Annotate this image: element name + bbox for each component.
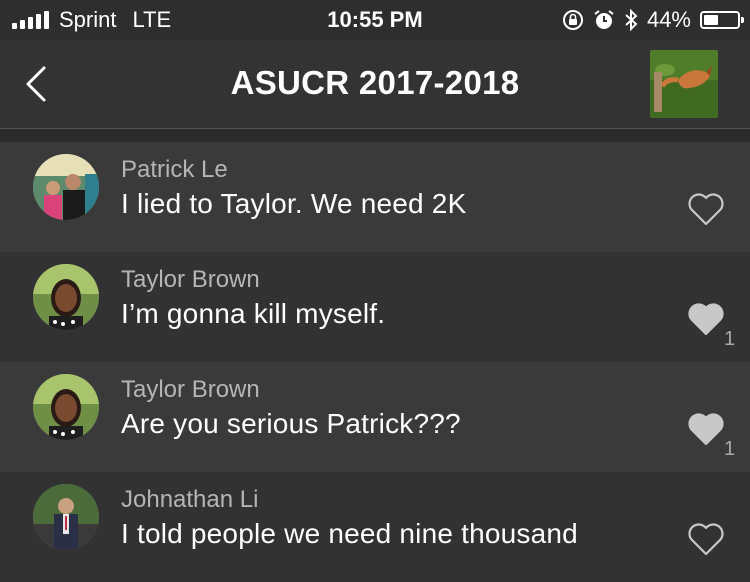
sender-name: Johnathan Li [121,486,259,513]
group-avatar[interactable] [650,50,718,118]
message-row: Taylor Brown I’m gonna kill myself. 1 [0,252,750,362]
avatar[interactable] [33,374,99,440]
message-text: I lied to Taylor. We need 2K [121,188,467,219]
battery-percent: 44% [646,7,691,32]
nav-bar: ASUCR 2017-2018 [0,40,750,129]
like-count: 1 [724,438,736,460]
heart-filled-icon [688,413,724,446]
bluetooth-icon [625,9,638,31]
avatar-photo [33,264,99,330]
status-bar: Sprint LTE 10:55 PM 44% [0,0,750,40]
heart-outline-icon [688,523,724,556]
sender-name: Patrick Le [121,156,228,183]
message-text: I told people we need nine thousand [121,518,578,549]
page-title: ASUCR 2017-2018 [230,64,520,101]
avatar-photo [33,374,99,440]
message-row: Taylor Brown Are you serious Patrick??? … [0,362,750,472]
orientation-lock-icon [562,10,583,30]
avatar-photo [33,484,99,550]
like-button[interactable] [686,189,726,229]
fox-photo-icon [650,50,718,118]
sender-name: Taylor Brown [121,266,260,293]
message-text: I’m gonna kill myself. [121,298,386,329]
battery-nub [741,17,744,23]
alarm-icon [594,10,614,29]
heart-filled-icon [688,303,724,336]
battery-fill [704,15,718,25]
avatar[interactable] [33,264,99,330]
like-button[interactable] [686,409,726,449]
like-count: 1 [724,328,736,350]
avatar[interactable] [33,484,99,550]
avatar[interactable] [33,154,99,220]
message-text: Are you serious Patrick??? [121,408,461,439]
heart-outline-icon [688,193,724,226]
avatar-photo [33,154,99,220]
message-row: Johnathan Li I told people we need nine … [0,472,750,582]
like-button[interactable] [686,299,726,339]
battery-icon [700,11,744,29]
sender-name: Taylor Brown [121,376,260,403]
status-right: 44% [562,6,744,34]
like-button[interactable] [686,519,726,559]
message-list: Patrick Le I lied to Taylor. We need 2K … [0,142,750,582]
message-row: Patrick Le I lied to Taylor. We need 2K [0,142,750,252]
